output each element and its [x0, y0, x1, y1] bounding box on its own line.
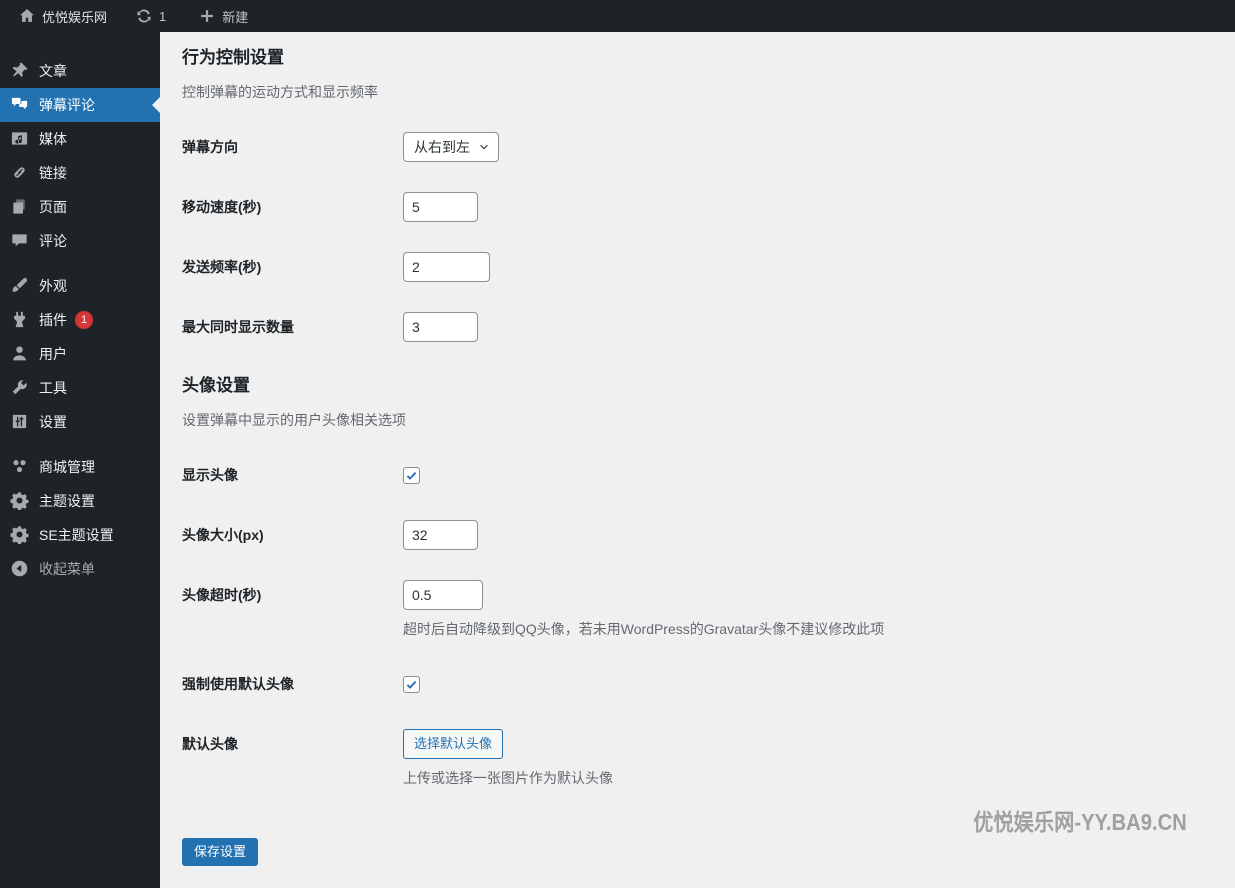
max-count-input[interactable]	[403, 312, 478, 342]
avatar-size-row: 头像大小(px)	[182, 520, 1235, 550]
sidebar-item-label: 外观	[39, 278, 67, 294]
sidebar-item-label: 收起菜单	[39, 561, 95, 577]
sidebar-item-label: 文章	[39, 63, 67, 79]
direction-label: 弹幕方向	[182, 139, 238, 155]
settings-icon	[10, 412, 30, 432]
avatar-timeout-note: 超时后自动降级到QQ头像，若未用WordPress的Gravatar头像不建议修…	[403, 621, 885, 637]
gear-icon	[10, 525, 30, 545]
force-default-avatar-row: 强制使用默认头像	[182, 669, 1235, 699]
sidebar-item-label: 工具	[39, 380, 67, 396]
direction-select-value: 从右到左	[414, 139, 470, 155]
sidebar: 文章 弹幕评论 媒体 链接 页面 评论 外观 插件 1 用户 工具 设置 商城管…	[0, 32, 160, 888]
sidebar-item-comments[interactable]: 评论	[0, 224, 160, 258]
direction-row: 弹幕方向 从右到左	[182, 132, 1235, 162]
collapse-icon	[10, 559, 30, 579]
check-icon	[406, 471, 417, 480]
avatar-size-label: 头像大小(px)	[182, 527, 264, 543]
speed-row: 移动速度(秒)	[182, 192, 1235, 222]
sidebar-item-users[interactable]: 用户	[0, 337, 160, 371]
save-settings-button[interactable]: 保存设置	[182, 838, 259, 866]
home-icon	[18, 7, 36, 25]
sidebar-item-label: 插件	[39, 312, 67, 328]
sidebar-item-media[interactable]: 媒体	[0, 122, 160, 156]
sidebar-item-pages[interactable]: 页面	[0, 190, 160, 224]
new-label: 新建	[222, 9, 249, 25]
plugins-update-badge: 1	[75, 311, 93, 329]
sidebar-item-appearance[interactable]: 外观	[0, 269, 160, 303]
sidebar-item-plugins[interactable]: 插件 1	[0, 303, 160, 337]
show-avatar-checkbox[interactable]	[403, 466, 420, 484]
behavior-section-description: 控制弹幕的运动方式和显示频率	[182, 84, 378, 100]
speed-input[interactable]	[403, 192, 478, 222]
avatar-size-input[interactable]	[403, 520, 478, 550]
link-icon	[10, 163, 30, 183]
sidebar-item-label: 链接	[39, 165, 67, 181]
gear-icon	[10, 491, 30, 511]
sidebar-item-label: 商城管理	[39, 459, 95, 475]
sidebar-item-tools[interactable]: 工具	[0, 371, 160, 405]
sidebar-item-theme-settings[interactable]: 主题设置	[0, 484, 160, 518]
default-avatar-row: 默认头像 选择默认头像	[182, 729, 1235, 759]
sidebar-item-label: SE主题设置	[39, 527, 114, 543]
comments-icon	[10, 95, 30, 115]
avatar-timeout-label: 头像超时(秒)	[182, 587, 262, 603]
comment-icon	[10, 231, 30, 251]
default-avatar-note: 上传或选择一张图片作为默认头像	[403, 770, 613, 786]
sidebar-item-label: 媒体	[39, 131, 67, 147]
site-name: 优悦娱乐网	[42, 9, 108, 25]
check-icon	[406, 680, 417, 689]
default-avatar-label: 默认头像	[182, 736, 238, 752]
media-icon	[10, 129, 30, 149]
show-avatar-label: 显示头像	[182, 467, 238, 483]
avatar-section-title: 头像设置	[182, 376, 250, 395]
update-icon	[135, 7, 153, 25]
sidebar-item-label: 评论	[39, 233, 67, 249]
save-row: 保存设置	[182, 838, 1235, 866]
update-count: 1	[159, 8, 167, 24]
settings-page: 行为控制设置 控制弹幕的运动方式和显示频率 弹幕方向 从右到左 移动速度(秒) …	[160, 32, 1235, 888]
chevron-down-icon	[480, 144, 488, 150]
sidebar-item-links[interactable]: 链接	[0, 156, 160, 190]
brush-icon	[10, 276, 30, 296]
sidebar-item-label: 弹幕评论	[39, 97, 95, 113]
sidebar-item-settings[interactable]: 设置	[0, 405, 160, 439]
frequency-input[interactable]	[403, 252, 490, 282]
pin-icon	[10, 61, 30, 81]
sidebar-item-collapse-menu[interactable]: 收起菜单	[0, 552, 160, 586]
admin-bar-new[interactable]: 新建	[190, 0, 256, 32]
plugin-icon	[10, 310, 30, 330]
sidebar-item-posts[interactable]: 文章	[0, 54, 160, 88]
sidebar-item-label: 主题设置	[39, 493, 95, 509]
wrench-icon	[10, 378, 30, 398]
admin-bar-updates[interactable]: 1	[127, 0, 174, 32]
frequency-row: 发送频率(秒)	[182, 252, 1235, 282]
sidebar-item-label: 设置	[39, 414, 67, 430]
pages-icon	[10, 197, 30, 217]
force-default-avatar-label: 强制使用默认头像	[182, 676, 294, 692]
max-count-row: 最大同时显示数量	[182, 312, 1235, 342]
sidebar-item-shop-management[interactable]: 商城管理	[0, 450, 160, 484]
speed-label: 移动速度(秒)	[182, 199, 262, 215]
sidebar-item-label: 页面	[39, 199, 67, 215]
admin-bar-site[interactable]: 优悦娱乐网	[10, 0, 115, 32]
behavior-section-title: 行为控制设置	[182, 48, 284, 67]
sidebar-item-danmaku-comments[interactable]: 弹幕评论	[0, 88, 160, 122]
force-default-avatar-checkbox[interactable]	[403, 675, 420, 693]
avatar-timeout-input[interactable]	[403, 580, 483, 610]
avatar-timeout-row: 头像超时(秒)	[182, 580, 1235, 610]
watermark: 优悦娱乐网-YY.BA9.CN	[973, 809, 1187, 835]
choose-default-avatar-button[interactable]: 选择默认头像	[403, 729, 504, 759]
admin-bar: 优悦娱乐网 1 新建	[0, 0, 1235, 32]
sidebar-item-se-theme-settings[interactable]: SE主题设置	[0, 518, 160, 552]
sidebar-item-label: 用户	[39, 346, 67, 362]
max-count-label: 最大同时显示数量	[182, 319, 294, 335]
avatar-section-description: 设置弹幕中显示的用户头像相关选项	[182, 412, 406, 428]
frequency-label: 发送频率(秒)	[182, 259, 262, 275]
store-icon	[10, 457, 30, 477]
show-avatar-row: 显示头像	[182, 460, 1235, 490]
user-icon	[10, 344, 30, 364]
direction-select[interactable]: 从右到左	[403, 132, 499, 162]
plus-icon	[198, 7, 216, 25]
